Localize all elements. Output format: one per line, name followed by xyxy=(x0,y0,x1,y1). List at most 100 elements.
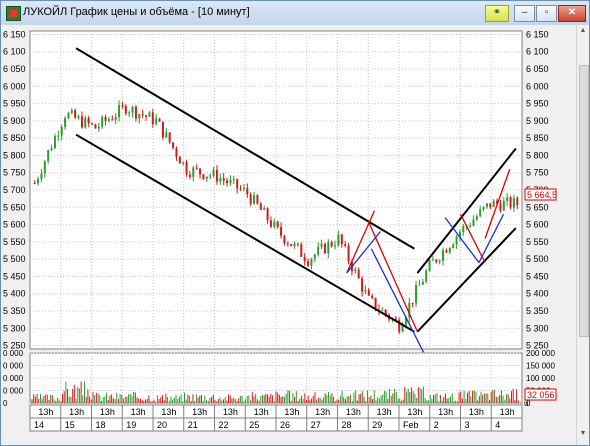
candle-body xyxy=(320,243,323,247)
price-tick-label-right: 6 150 xyxy=(526,29,549,39)
candle-body xyxy=(323,243,326,254)
candle-body xyxy=(263,208,266,210)
candle-body xyxy=(232,179,235,181)
candle-body xyxy=(286,243,289,245)
candle-body xyxy=(421,281,424,285)
time-hour-label: 13h xyxy=(38,407,53,417)
candle-body xyxy=(205,176,208,179)
time-hour-label: 13h xyxy=(407,407,422,417)
price-tick-label-right: 5 400 xyxy=(526,289,549,299)
candle-body xyxy=(347,245,350,262)
candle-body xyxy=(280,226,283,236)
volume-tick-label-left: 0 000 xyxy=(3,387,24,396)
candle-body xyxy=(128,112,131,114)
candle-body xyxy=(253,195,256,204)
candle-body xyxy=(469,225,472,227)
candle-body xyxy=(40,173,43,179)
time-day-label: 20 xyxy=(157,420,167,430)
scroll-down-icon[interactable]: ▼ xyxy=(579,430,587,440)
candle-body xyxy=(448,247,451,253)
window-title: ЛУКОЙЛ График цены и объёма - [10 минут] xyxy=(23,6,250,18)
candle-body xyxy=(479,209,482,217)
candle-body xyxy=(266,208,269,221)
title-bar[interactable]: ЛУКОЙЛ График цены и объёма - [10 минут]… xyxy=(1,1,589,26)
time-hour-label: 13h xyxy=(469,407,484,417)
maximize-button[interactable]: ▫ xyxy=(536,5,557,22)
candle-body xyxy=(415,285,418,304)
volume-tick-label-right: 100 000 xyxy=(526,374,555,383)
candle-body xyxy=(300,244,303,257)
candle-body xyxy=(33,183,36,185)
time-day-label: 26 xyxy=(280,420,290,430)
candle-body xyxy=(114,117,117,120)
candle-body xyxy=(182,162,185,164)
candle-body xyxy=(242,188,245,190)
chart-area[interactable]: 6 150 6 100 6 050 6 000 5 950 5 900 5 850 5 800… xyxy=(1,25,576,445)
scroll-thumb[interactable] xyxy=(579,65,589,337)
candle-body xyxy=(381,309,384,311)
price-tick-label-left: 5 300 xyxy=(3,323,26,333)
candle-body xyxy=(482,206,485,210)
candle-body xyxy=(313,254,316,259)
candle-body xyxy=(236,179,239,189)
candle-body xyxy=(229,179,232,184)
time-hour-label: 13h xyxy=(284,407,299,417)
price-tick-label-left: 5 600 xyxy=(3,220,26,230)
candle-body xyxy=(175,147,178,157)
price-tick-label-right: 5 450 xyxy=(526,271,549,281)
price-tick-label-right: 6 000 xyxy=(526,81,549,91)
candle-body xyxy=(161,121,164,138)
candle-body xyxy=(472,219,475,226)
price-tick-label-left: 5 650 xyxy=(3,202,26,212)
current-price-label: 5 664,5 xyxy=(524,188,557,201)
svg-text:32 056: 32 056 xyxy=(527,390,555,400)
candle-body xyxy=(87,117,90,124)
candle-body xyxy=(455,236,458,245)
candle-body xyxy=(438,260,441,262)
candle-body xyxy=(111,119,114,121)
vertical-scrollbar[interactable]: ▲ ▼ xyxy=(576,25,589,445)
current-volume-label: 32 056 xyxy=(524,388,557,401)
candle-body xyxy=(411,302,414,304)
candle-body xyxy=(219,178,222,182)
time-hour-label: 13h xyxy=(438,407,453,417)
link-icon[interactable]: ⚭ xyxy=(485,5,509,22)
candle-body xyxy=(202,174,205,179)
candle-body xyxy=(57,135,60,137)
candle-body xyxy=(485,203,488,207)
time-day-label: 25 xyxy=(249,420,259,430)
time-day-label: 27 xyxy=(311,420,321,430)
candle-body xyxy=(195,167,198,169)
time-hour-label: 13h xyxy=(500,407,515,417)
close-button[interactable]: ✕ xyxy=(558,5,586,22)
candle-body xyxy=(337,234,340,246)
candle-body xyxy=(47,150,50,162)
candle-body xyxy=(172,142,175,148)
candle-body xyxy=(296,243,299,245)
price-tick-label-right: 5 550 xyxy=(526,237,549,247)
minimize-button[interactable]: – xyxy=(514,5,535,22)
chart-window: ЛУКОЙЛ График цены и объёма - [10 минут]… xyxy=(0,0,590,446)
price-tick-label-right: 5 800 xyxy=(526,150,549,160)
price-tick-label-left: 5 550 xyxy=(3,237,26,247)
price-tick-label-left: 5 750 xyxy=(3,168,26,178)
candle-body xyxy=(354,269,357,272)
candle-body xyxy=(418,284,421,286)
candle-body xyxy=(188,174,191,177)
volume-tick-label-right: 200 000 xyxy=(526,349,555,358)
candle-body xyxy=(212,169,215,176)
candle-body xyxy=(60,126,63,136)
scroll-up-icon[interactable]: ▲ xyxy=(579,27,587,37)
candle-body xyxy=(290,244,293,247)
candle-body xyxy=(452,244,455,248)
candle-body xyxy=(145,115,148,117)
candle-body xyxy=(307,261,310,266)
price-tick-label-right: 6 100 xyxy=(526,47,549,57)
candle-body xyxy=(192,167,195,177)
candle-body xyxy=(283,235,286,244)
candle-body xyxy=(344,244,347,246)
time-hour-label: 13h xyxy=(131,407,146,417)
time-day-label: 28 xyxy=(342,420,352,430)
candle-body xyxy=(310,258,313,266)
candle-body xyxy=(74,110,77,118)
